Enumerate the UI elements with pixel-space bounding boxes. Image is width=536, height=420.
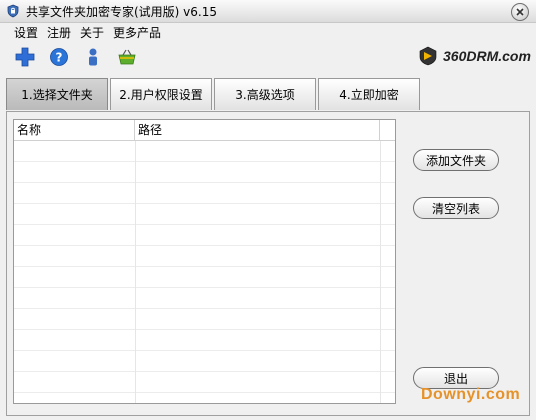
tab-bar: 1.选择文件夹 2.用户权限设置 3.高级选项 4.立即加密: [6, 78, 422, 112]
menu-settings[interactable]: 设置: [14, 24, 38, 42]
help-icon: ?: [50, 48, 68, 66]
help-button[interactable]: ?: [48, 46, 70, 68]
watermark: Downyi.com: [421, 386, 521, 403]
add-button[interactable]: [14, 46, 36, 68]
clear-list-button[interactable]: 清空列表: [413, 197, 499, 219]
add-icon: [15, 47, 35, 67]
svg-text:?: ?: [56, 51, 63, 65]
brand-text: 360DRM.com: [443, 48, 531, 64]
brand-logo: 360DRM.com: [418, 45, 531, 67]
tab-panel: 名称 路径 添加文件夹 清空列表 退出: [6, 111, 530, 416]
basket-icon: [118, 49, 136, 65]
menu-register[interactable]: 注册: [47, 24, 71, 42]
column-header-path[interactable]: 路径: [135, 120, 380, 140]
title-bar: 共享文件夹加密专家(试用版) v6.15: [0, 0, 536, 23]
close-button[interactable]: [511, 3, 529, 21]
shield-icon: [6, 4, 20, 18]
folder-list[interactable]: 名称 路径: [13, 119, 396, 404]
menu-about[interactable]: 关于: [80, 24, 104, 42]
basket-button[interactable]: [116, 46, 138, 68]
tab-encrypt-now[interactable]: 4.立即加密: [318, 78, 420, 110]
list-body[interactable]: [14, 141, 395, 403]
column-header-filler: [380, 120, 395, 140]
column-header-name[interactable]: 名称: [14, 120, 135, 140]
window-title: 共享文件夹加密专家(试用版) v6.15: [26, 5, 217, 19]
tab-select-folder[interactable]: 1.选择文件夹: [6, 78, 108, 110]
tab-user-permissions[interactable]: 2.用户权限设置: [110, 78, 212, 110]
list-header: 名称 路径: [14, 120, 395, 141]
close-icon: [516, 8, 524, 16]
brand-logo-icon: [419, 46, 437, 66]
add-folder-button[interactable]: 添加文件夹: [413, 149, 499, 171]
menu-bar: 设置 注册 关于 更多产品: [14, 24, 170, 42]
tab-advanced-options[interactable]: 3.高级选项: [214, 78, 316, 110]
user-icon: [89, 48, 97, 66]
menu-more-products[interactable]: 更多产品: [113, 24, 161, 42]
toolbar: ?: [14, 46, 150, 70]
user-button[interactable]: [82, 46, 104, 68]
